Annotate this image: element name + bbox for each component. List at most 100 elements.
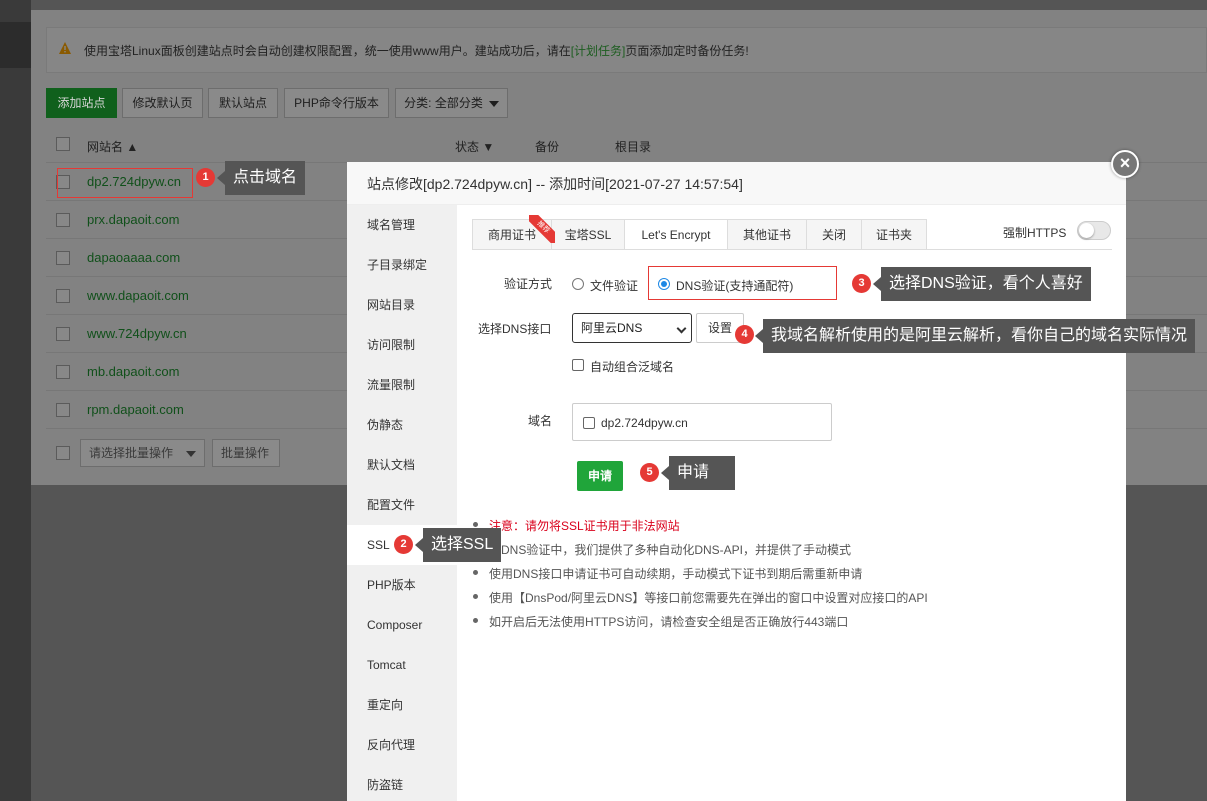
step-badge-2: 2 bbox=[394, 535, 413, 554]
notice-text-before: 使用宝塔Linux面板创建站点时会自动创建权限配置，统一使用www用户。建站成功… bbox=[84, 44, 571, 58]
row-checkbox[interactable] bbox=[56, 403, 70, 417]
note-item: 使用【DnsPod/阿里云DNS】等接口前您需要先在弹出的窗口中设置对应接口的A… bbox=[471, 589, 928, 606]
row-checkbox[interactable] bbox=[56, 213, 70, 227]
nav-item-7[interactable]: 配置文件 bbox=[347, 485, 457, 525]
wildcard-checkbox[interactable] bbox=[572, 359, 584, 371]
domain-checkbox[interactable] bbox=[583, 417, 595, 429]
close-icon[interactable]: × bbox=[1111, 150, 1139, 178]
select-all-checkbox[interactable] bbox=[56, 137, 70, 151]
nav-item-0[interactable]: 域名管理 bbox=[347, 205, 457, 245]
note-item: 在DNS验证中，我们提供了多种自动化DNS-API，并提供了手动模式 bbox=[471, 541, 851, 558]
nav-item-10[interactable]: Composer bbox=[347, 605, 457, 645]
callout-5: 申请 bbox=[661, 456, 735, 490]
recommend-ribbon: 推荐 bbox=[529, 215, 555, 243]
row-checkbox[interactable] bbox=[56, 251, 70, 265]
force-https-label: 强制HTTPS bbox=[1003, 226, 1067, 240]
wildcard-label[interactable]: 自动组合泛域名 bbox=[590, 358, 674, 375]
site-name-link[interactable]: prx.dapaoit.com bbox=[87, 212, 180, 227]
site-name-link[interactable]: dapaoaaaa.com bbox=[87, 250, 180, 265]
nav-item-3[interactable]: 访问限制 bbox=[347, 325, 457, 365]
site-edit-modal: 站点修改[dp2.724dpyw.cn] -- 添加时间[2021-07-27 … bbox=[347, 162, 1126, 801]
sidebar-active-band bbox=[0, 22, 31, 68]
dns-api-select-value: 阿里云DNS bbox=[581, 321, 643, 335]
nav-item-2[interactable]: 网站目录 bbox=[347, 285, 457, 325]
notice-text: 使用宝塔Linux面板创建站点时会自动创建权限配置，统一使用www用户。建站成功… bbox=[84, 42, 749, 59]
callout-1: 点击域名 bbox=[216, 161, 306, 195]
tab-1[interactable]: 宝塔SSL bbox=[551, 219, 625, 250]
batch-operation-select-label: 请选择批量操作 bbox=[89, 446, 174, 460]
cron-task-link[interactable]: [计划任务] bbox=[571, 44, 626, 58]
file-verify-radio[interactable] bbox=[572, 278, 584, 290]
header-backup: 备份 bbox=[535, 140, 560, 154]
header-root-dir: 根目录 bbox=[615, 140, 652, 154]
header-status[interactable]: 状态 ▼ bbox=[455, 138, 494, 155]
highlight-box-domain bbox=[57, 168, 193, 198]
table-header: 网站名 ▲ 状态 ▼ 备份 根目录 bbox=[46, 127, 1207, 163]
header-site-name-label: 网站名 bbox=[87, 140, 124, 154]
verify-method-label: 验证方式 bbox=[504, 277, 553, 291]
nav-item-1[interactable]: 子目录绑定 bbox=[347, 245, 457, 285]
toggle-knob bbox=[1079, 223, 1094, 238]
site-name-link[interactable]: rpm.dapaoit.com bbox=[87, 402, 184, 417]
row-checkbox[interactable] bbox=[56, 365, 70, 379]
category-dropdown[interactable]: 分类: 全部分类 bbox=[395, 88, 508, 118]
apply-button[interactable]: 申请 bbox=[577, 461, 623, 491]
step-badge-5: 5 bbox=[640, 463, 659, 482]
step-badge-3: 3 bbox=[852, 274, 871, 293]
chevron-down-icon bbox=[676, 323, 687, 334]
note-item: 注意：请勿将SSL证书用于非法网站 bbox=[471, 517, 680, 534]
callout-4: 我域名解析使用的是阿里云解析，看你自己的域名实际情况 bbox=[754, 319, 1196, 353]
nav-item-14[interactable]: 防盗链 bbox=[347, 765, 457, 801]
site-name-link[interactable]: www.dapaoit.com bbox=[87, 288, 189, 303]
nav-item-12[interactable]: 重定向 bbox=[347, 685, 457, 725]
chevron-down-icon bbox=[488, 100, 499, 107]
row-checkbox[interactable] bbox=[56, 289, 70, 303]
nav-item-11[interactable]: Tomcat bbox=[347, 645, 457, 685]
header-site-name[interactable]: 网站名 ▲ bbox=[87, 138, 138, 155]
callout-3: 选择DNS验证，看个人喜好 bbox=[873, 267, 1091, 301]
domain-list: dp2.724dpyw.cn bbox=[572, 403, 832, 441]
nav-item-9[interactable]: PHP版本 bbox=[347, 565, 457, 605]
left-sidebar-dimmed bbox=[0, 0, 31, 801]
tab-3[interactable]: 其他证书 bbox=[727, 219, 807, 250]
domain-label: 域名 bbox=[528, 414, 553, 428]
nav-item-13[interactable]: 反向代理 bbox=[347, 725, 457, 765]
batch-operation-button[interactable]: 批量操作 bbox=[212, 439, 280, 467]
step-badge-1: 1 bbox=[196, 168, 215, 187]
nav-item-5[interactable]: 伪静态 bbox=[347, 405, 457, 445]
site-name-link[interactable]: mb.dapaoit.com bbox=[87, 364, 180, 379]
notice-bar: 使用宝塔Linux面板创建站点时会自动创建权限配置，统一使用www用户。建站成功… bbox=[46, 27, 1207, 73]
tab-divider bbox=[472, 249, 1112, 250]
batch-select-checkbox[interactable] bbox=[56, 446, 70, 460]
file-verify-label[interactable]: 文件验证 bbox=[590, 277, 638, 294]
sort-asc-icon: ▲ bbox=[126, 140, 139, 154]
warning-icon bbox=[59, 42, 71, 54]
header-status-label: 状态 bbox=[455, 140, 480, 154]
chevron-down-icon bbox=[186, 450, 197, 457]
tab-5[interactable]: 证书夹 bbox=[861, 219, 927, 250]
nav-item-6[interactable]: 默认文档 bbox=[347, 445, 457, 485]
nav-item-4[interactable]: 流量限制 bbox=[347, 365, 457, 405]
highlight-box-dns bbox=[648, 266, 837, 300]
edit-default-page-button[interactable]: 修改默认页 bbox=[122, 88, 203, 118]
dns-api-select[interactable]: 阿里云DNS bbox=[572, 313, 692, 343]
php-cli-version-button[interactable]: PHP命令行版本 bbox=[284, 88, 389, 118]
add-site-button[interactable]: 添加站点 bbox=[46, 88, 117, 118]
panel-bottom bbox=[31, 485, 347, 565]
tab-4[interactable]: 关闭 bbox=[806, 219, 862, 250]
recommend-ribbon-text: 推荐 bbox=[529, 215, 555, 243]
note-item: 使用DNS接口申请证书可自动续期，手动模式下证书到期后需重新申请 bbox=[471, 565, 862, 582]
default-site-button[interactable]: 默认站点 bbox=[208, 88, 278, 118]
batch-operation-select[interactable]: 请选择批量操作 bbox=[80, 439, 205, 467]
site-name-link[interactable]: www.724dpyw.cn bbox=[87, 326, 187, 341]
tab-2[interactable]: Let's Encrypt bbox=[624, 219, 728, 250]
domain-item[interactable]: dp2.724dpyw.cn bbox=[601, 416, 688, 430]
notice-text-after: 页面添加定时备份任务! bbox=[625, 44, 749, 58]
row-checkbox[interactable] bbox=[56, 327, 70, 341]
note-item: 如开启后无法使用HTTPS访问，请检查安全组是否正确放行443端口 bbox=[471, 613, 848, 630]
modal-title: 站点修改[dp2.724dpyw.cn] -- 添加时间[2021-07-27 … bbox=[347, 162, 1126, 205]
modal-side-nav: 域名管理 子目录绑定 网站目录 访问限制 流量限制 伪静态 默认文档 配置文件 SSL PHP版本… bbox=[347, 205, 457, 801]
dns-api-label: 选择DNS接口 bbox=[478, 322, 552, 336]
step-badge-4: 4 bbox=[735, 325, 754, 344]
force-https-toggle[interactable] bbox=[1077, 221, 1111, 240]
